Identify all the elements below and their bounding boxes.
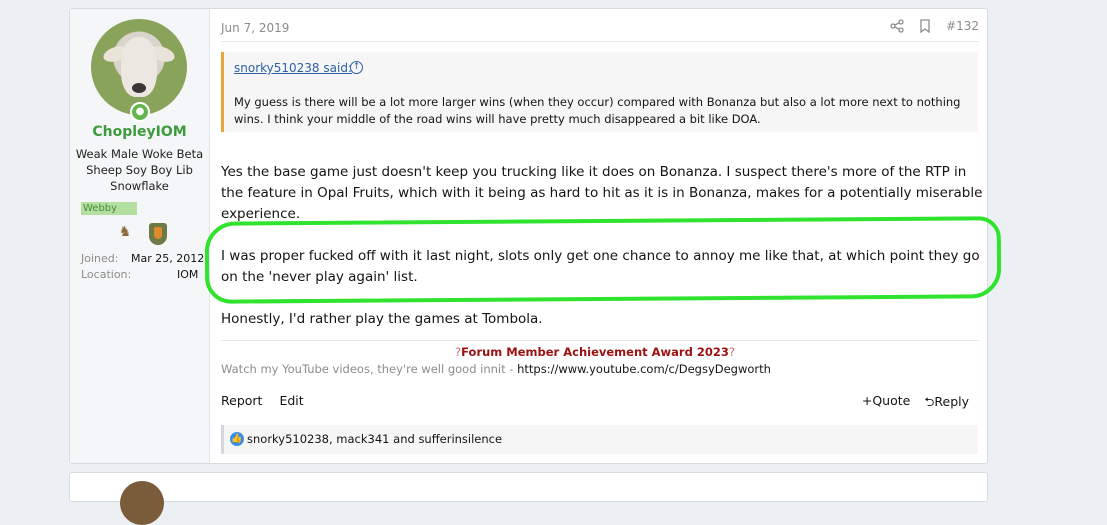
signature-divider — [221, 340, 979, 341]
signature-award: ?Forum Member Achievement Award 2023? — [221, 345, 969, 359]
arrow-up-icon[interactable]: ↑ — [350, 61, 363, 74]
post-actions-left: Report Edit — [221, 393, 304, 408]
location-row: Location: IOM — [81, 268, 198, 281]
share-icon[interactable] — [890, 19, 904, 33]
post-date[interactable]: Jun 7, 2019 — [221, 21, 289, 35]
post-message: ● ChopleyIOM Weak Male Woke Beta Sheep S… — [69, 8, 1002, 464]
quote-author-link[interactable]: snorky510238 said: — [234, 61, 352, 75]
report-button[interactable]: Report — [221, 393, 262, 408]
joined-label: Joined: — [81, 252, 119, 265]
joined-row: Joined: Mar 25, 2012 — [81, 252, 204, 265]
location-value: IOM — [177, 268, 199, 281]
signature-text: Watch my YouTube videos, they're well go… — [221, 362, 518, 376]
post-header-actions: #132 — [890, 19, 979, 33]
like-icon: 👍 — [230, 431, 244, 446]
person-icon: ● — [132, 104, 148, 120]
reply-icon: ⮌ — [924, 394, 935, 409]
trophy-icon[interactable]: ♞ — [115, 223, 135, 241]
avatar[interactable] — [120, 481, 164, 525]
post-paragraph: Yes the base game just doesn't keep you … — [221, 164, 983, 222]
signature-line: Watch my YouTube videos, they're well go… — [221, 362, 771, 376]
highlight-annotation — [204, 216, 1002, 304]
award-title: Forum Member Achievement Award 2023 — [461, 345, 729, 359]
divider — [221, 41, 979, 42]
reply-label: Reply — [934, 394, 969, 409]
quote-text: My guess is there will be a lot more lar… — [234, 95, 961, 126]
award-question-mark: ? — [728, 345, 735, 359]
shield-trophy-icon[interactable] — [149, 223, 167, 245]
plus-icon: + — [861, 393, 873, 408]
next-post — [69, 472, 988, 502]
edit-button[interactable]: Edit — [279, 393, 303, 408]
post-number[interactable]: #132 — [946, 19, 979, 33]
user-title: Weak Male Woke Beta Sheep Soy Boy Lib Sn… — [75, 147, 204, 193]
location-label: Location: — [81, 268, 132, 281]
user-banner: Webby — [81, 202, 137, 215]
username-link[interactable]: ChopleyIOM — [70, 124, 209, 140]
post-actions-right: +Quote ⮌Reply — [862, 393, 969, 414]
post-user-cell: ● ChopleyIOM Weak Male Woke Beta Sheep S… — [70, 9, 210, 463]
bookmark-icon[interactable] — [918, 19, 932, 33]
avatar[interactable] — [91, 19, 187, 115]
reply-button[interactable]: ⮌Reply — [924, 393, 969, 414]
quote-label: Quote — [872, 393, 911, 408]
joined-value: Mar 25, 2012 — [131, 252, 205, 265]
online-status-badge: ● — [130, 102, 150, 122]
reactions-bar[interactable]: 👍 snorky510238, mack341 and sufferinsilen… — [221, 425, 978, 454]
reactions-list[interactable]: snorky510238, mack341 and sufferinsilenc… — [247, 432, 502, 446]
quote-block: snorky510238 said: ↑ My guess is there w… — [221, 52, 978, 132]
post-paragraph: Honestly, I'd rather play the games at T… — [221, 311, 543, 327]
avatar-nose — [132, 83, 146, 93]
signature-link[interactable]: https://www.youtube.com/c/DegsyDegworth — [517, 362, 771, 376]
quote-button[interactable]: +Quote — [862, 393, 911, 414]
post-content: Jun 7, 2019 #132 snorky510238 said: ↑ My… — [204, 9, 1002, 463]
